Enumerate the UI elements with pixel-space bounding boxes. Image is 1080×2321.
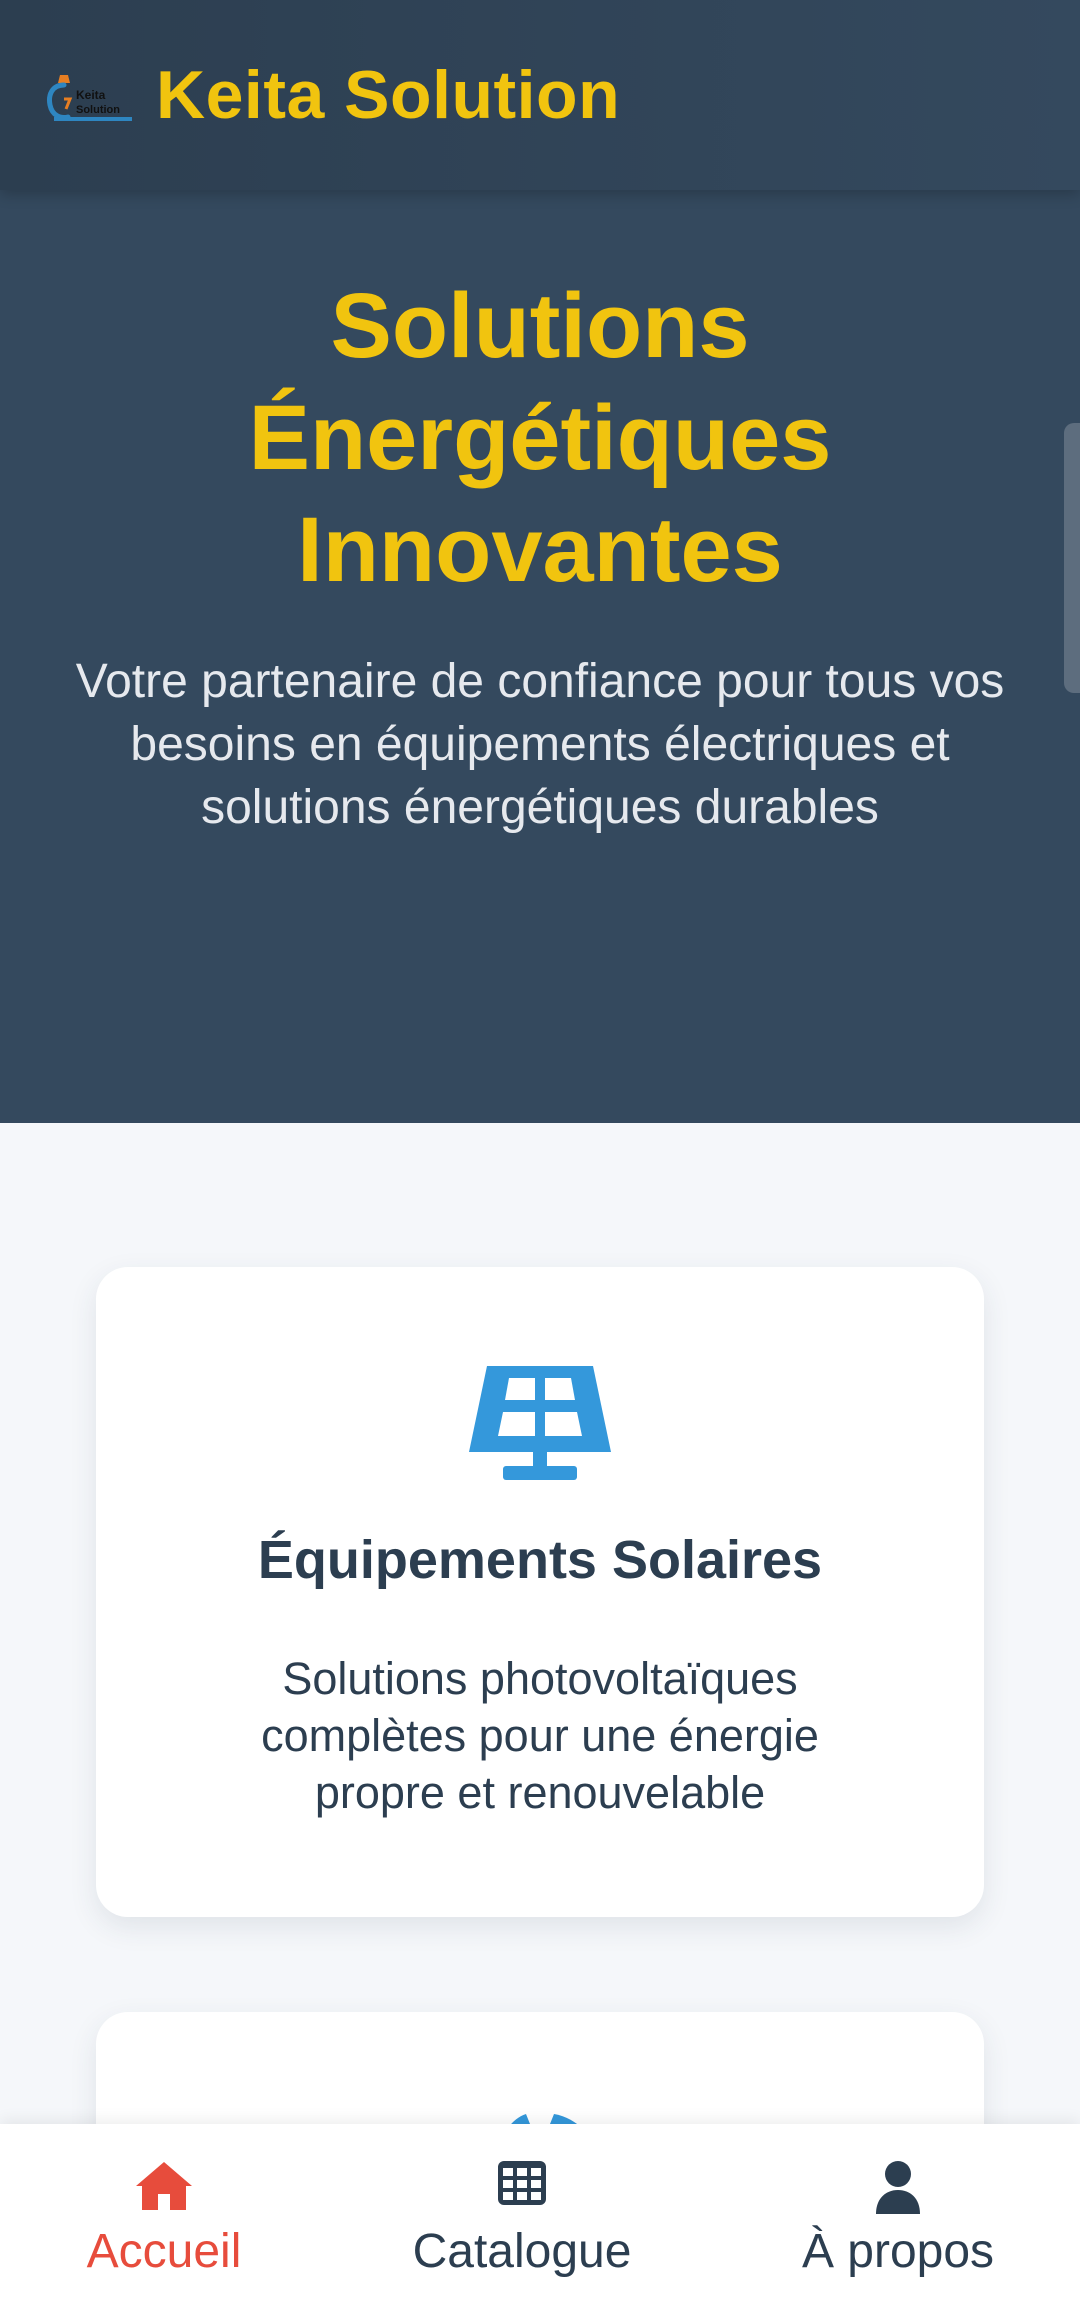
feature-title: Équipements Solaires xyxy=(257,1530,823,1590)
hero-title: Solutions Énergétiques Innovantes xyxy=(248,275,832,601)
feature-card-solar[interactable]: Équipements Solaires Solutions photovolt… xyxy=(96,1267,984,1917)
hero-section: Solutions Énergétiques Innovantes Votre … xyxy=(0,190,1080,1123)
grid-icon xyxy=(497,2160,547,2211)
logo-text-line1: Keita xyxy=(76,88,106,102)
hero-subtitle: Votre partenaire de confiance pour tous … xyxy=(75,655,1005,834)
logo-text-line2: Solution xyxy=(76,104,120,116)
nav-label-a-propos: À propos xyxy=(801,2225,995,2278)
nav-item-a-propos[interactable]: À propos xyxy=(718,2124,1078,2321)
bottom-navigation: Accueil Catalogue À propos xyxy=(0,2124,1080,2321)
feature-description: Solutions photovoltaïques complètes pour… xyxy=(261,1653,819,1818)
app-header: Keita Solution Keita Solution xyxy=(0,0,1080,190)
brand-logo[interactable]: Keita Solution xyxy=(46,65,134,125)
brand-name[interactable]: Keita Solution xyxy=(156,56,620,134)
home-icon xyxy=(134,2160,194,2217)
scrollbar-thumb[interactable] xyxy=(1064,423,1080,693)
nav-label-catalogue: Catalogue xyxy=(412,2225,632,2278)
nav-item-catalogue[interactable]: Catalogue xyxy=(342,2124,702,2321)
solar-panel-icon xyxy=(465,1360,615,1487)
user-icon xyxy=(874,2160,922,2219)
logo-bulb-icon: Keita Solution xyxy=(47,75,132,121)
app-root: Keita Solution Keita Solution Solutions … xyxy=(0,0,1080,2321)
